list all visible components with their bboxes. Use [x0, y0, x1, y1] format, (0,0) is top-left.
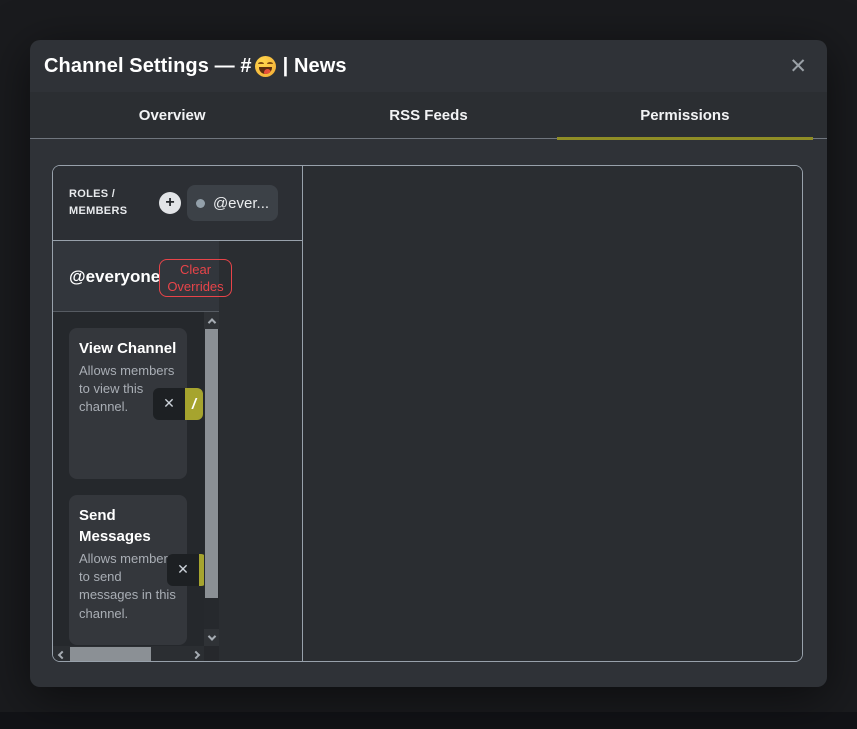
title-suffix: | News [283, 55, 347, 78]
horizontal-scrollbar[interactable] [53, 646, 204, 662]
role-color-dot-icon [196, 199, 205, 208]
roles-members-panel: ROLES / MEMBERS + @ever... @everyone Cle… [53, 166, 303, 661]
scrollbar-corner [204, 646, 219, 662]
slash-neutral-icon[interactable]: / [185, 388, 203, 420]
send-messages-toggle-group: ✕ [167, 554, 207, 586]
permission-name: Send Messages [79, 505, 177, 547]
chevron-right-icon[interactable] [187, 646, 204, 662]
selected-role-name: @everyone [69, 241, 160, 312]
permissions-panel: ROLES / MEMBERS + @ever... @everyone Cle… [52, 165, 803, 662]
permission-detail-panel [303, 166, 802, 661]
permissions-list: View Channel Allows members to view this… [53, 312, 219, 646]
roles-members-header: ROLES / MEMBERS + @ever... [53, 166, 302, 241]
tab-overview[interactable]: Overview [44, 92, 300, 138]
vertical-scrollbar[interactable] [204, 312, 219, 646]
role-pill-everyone[interactable]: @ever... [187, 185, 278, 221]
view-channel-toggle-group: ✕ / [153, 388, 203, 420]
horizontal-scrollbar-thumb[interactable] [70, 647, 151, 662]
channel-settings-modal: Channel Settings — # | News ✕ Overview R… [30, 40, 827, 687]
face-savoring-food-emoji [255, 56, 276, 77]
tab-permissions[interactable]: Permissions [557, 92, 813, 138]
chevron-up-icon[interactable] [204, 312, 219, 329]
roles-members-label: ROLES / MEMBERS [69, 186, 133, 219]
permission-name: View Channel [79, 338, 177, 359]
role-pill-label: @ever... [213, 195, 269, 212]
tab-rss-feeds[interactable]: RSS Feeds [300, 92, 556, 138]
tab-bar: Overview RSS Feeds Permissions [30, 92, 827, 139]
page-title: Channel Settings — # | News [44, 55, 347, 78]
chevron-down-icon[interactable] [204, 629, 219, 646]
add-role-button[interactable]: + [159, 192, 181, 214]
x-deny-icon[interactable]: ✕ [167, 554, 199, 586]
clear-overrides-button[interactable]: Clear Overrides [159, 259, 232, 297]
vertical-scrollbar-thumb[interactable] [205, 329, 218, 598]
x-deny-icon[interactable]: ✕ [153, 388, 185, 420]
modal-header: Channel Settings — # | News ✕ [30, 40, 827, 92]
desktop-bottom-strip [0, 712, 857, 729]
permission-description: Allows members to send messages in this … [79, 550, 177, 623]
chevron-left-icon[interactable] [53, 646, 70, 662]
close-icon[interactable]: ✕ [783, 54, 813, 79]
title-prefix: Channel Settings — # [44, 55, 252, 78]
